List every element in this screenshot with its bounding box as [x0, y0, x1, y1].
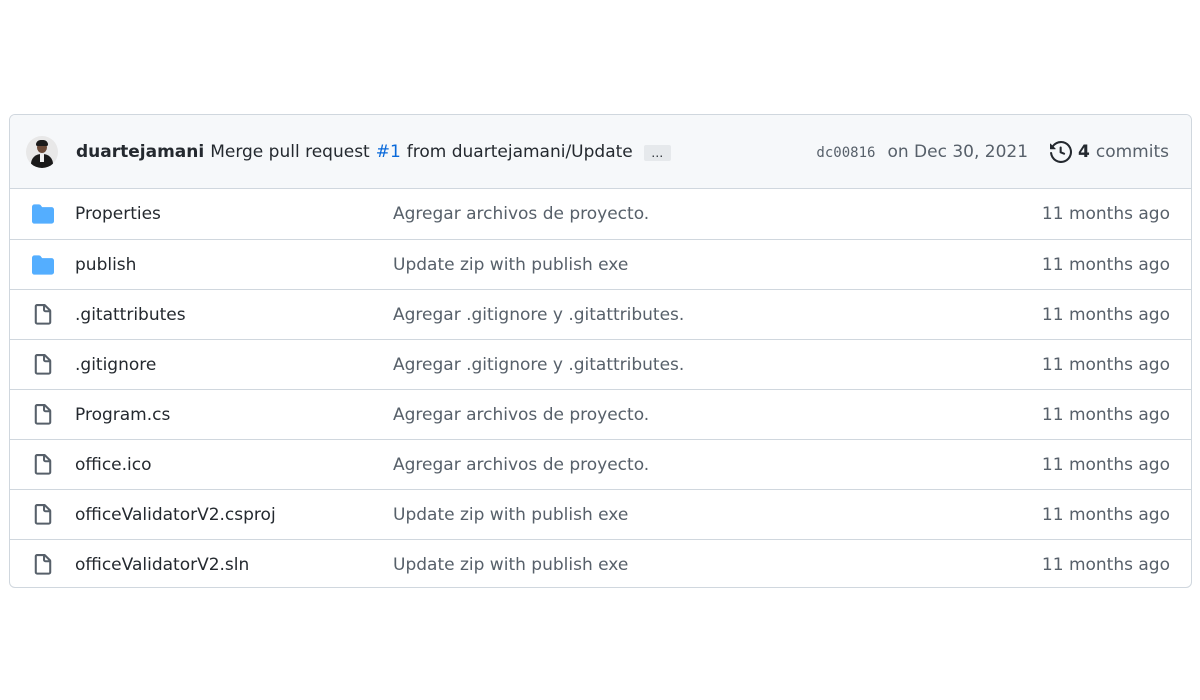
- file-row[interactable]: publish Update zip with publish exe 11 mon…: [10, 239, 1191, 289]
- history-icon: [1050, 140, 1073, 163]
- file-row[interactable]: Program.cs Agregar archivos de proyecto. 1…: [10, 389, 1191, 439]
- folder-icon: [31, 202, 55, 226]
- file-commit-age: 11 months ago: [1041, 404, 1170, 425]
- file-name-link[interactable]: officeValidatorV2.csproj: [75, 505, 393, 525]
- file-icon: [31, 403, 55, 427]
- avatar[interactable]: [26, 135, 58, 168]
- file-name-link[interactable]: office.ico: [75, 455, 393, 475]
- file-commit-message-link[interactable]: Agregar archivos de proyecto.: [393, 204, 1042, 224]
- commits-label: commits: [1095, 141, 1169, 162]
- pull-request-link[interactable]: #1: [376, 142, 401, 162]
- expand-commit-message-button[interactable]: …: [643, 145, 671, 161]
- commit-sha-link[interactable]: dc00816: [816, 145, 875, 161]
- file-row[interactable]: officeValidatorV2.csproj Update zip with …: [10, 489, 1191, 539]
- file-row[interactable]: .gitignore Agregar .gitignore y .gitattri…: [10, 339, 1191, 389]
- file-name-link[interactable]: .gitattributes: [75, 305, 393, 325]
- file-commit-message-link[interactable]: Update zip with publish exe: [393, 255, 1042, 275]
- file-commit-message-link[interactable]: Agregar .gitignore y .gitattributes.: [393, 305, 1042, 325]
- commit-author-link[interactable]: duartejamani: [76, 142, 204, 162]
- file-icon: [31, 553, 55, 577]
- file-icon: [31, 453, 55, 477]
- file-row[interactable]: .gitattributes Agregar .gitignore y .gita…: [10, 289, 1191, 339]
- file-name-link[interactable]: publish: [75, 255, 393, 275]
- commit-date: on Dec 30, 2021: [887, 141, 1029, 162]
- file-commit-message-link[interactable]: Update zip with publish exe: [393, 505, 1042, 525]
- file-commit-message-link[interactable]: Update zip with publish exe: [393, 555, 1042, 575]
- file-commit-age: 11 months ago: [1041, 554, 1170, 575]
- file-row[interactable]: Properties Agregar archivos de proyecto. 1…: [10, 189, 1191, 239]
- file-commit-age: 11 months ago: [1041, 504, 1170, 525]
- latest-commit-bar: duartejamani Merge pull request #1 from …: [10, 115, 1191, 189]
- file-name-link[interactable]: Program.cs: [75, 405, 393, 425]
- file-name-link[interactable]: officeValidatorV2.sln: [75, 555, 393, 575]
- commits-count: 4: [1078, 141, 1090, 162]
- file-commit-age: 11 months ago: [1041, 254, 1170, 275]
- commits-history-link[interactable]: 4 commits: [1050, 140, 1169, 163]
- file-row[interactable]: officeValidatorV2.sln Update zip with pub…: [10, 539, 1191, 587]
- commit-message-suffix[interactable]: from duartejamani/Update: [407, 142, 633, 162]
- file-name-link[interactable]: .gitignore: [75, 355, 393, 375]
- folder-icon: [31, 253, 55, 277]
- file-icon: [31, 303, 55, 327]
- file-icon: [31, 503, 55, 527]
- file-list: Properties Agregar archivos de proyecto. 1…: [10, 189, 1191, 587]
- file-commit-age: 11 months ago: [1041, 354, 1170, 375]
- file-icon: [31, 353, 55, 377]
- file-commit-age: 11 months ago: [1041, 454, 1170, 475]
- file-commit-message-link[interactable]: Agregar archivos de proyecto.: [393, 455, 1042, 475]
- file-commit-age: 11 months ago: [1041, 204, 1170, 224]
- file-browser: duartejamani Merge pull request #1 from …: [9, 114, 1192, 588]
- file-commit-message-link[interactable]: Agregar .gitignore y .gitattributes.: [393, 355, 1042, 375]
- file-commit-age: 11 months ago: [1041, 304, 1170, 325]
- file-name-link[interactable]: Properties: [75, 204, 393, 224]
- commit-message[interactable]: Merge pull request: [210, 142, 370, 162]
- file-commit-message-link[interactable]: Agregar archivos de proyecto.: [393, 405, 1042, 425]
- file-row[interactable]: office.ico Agregar archivos de proyecto. 1…: [10, 439, 1191, 489]
